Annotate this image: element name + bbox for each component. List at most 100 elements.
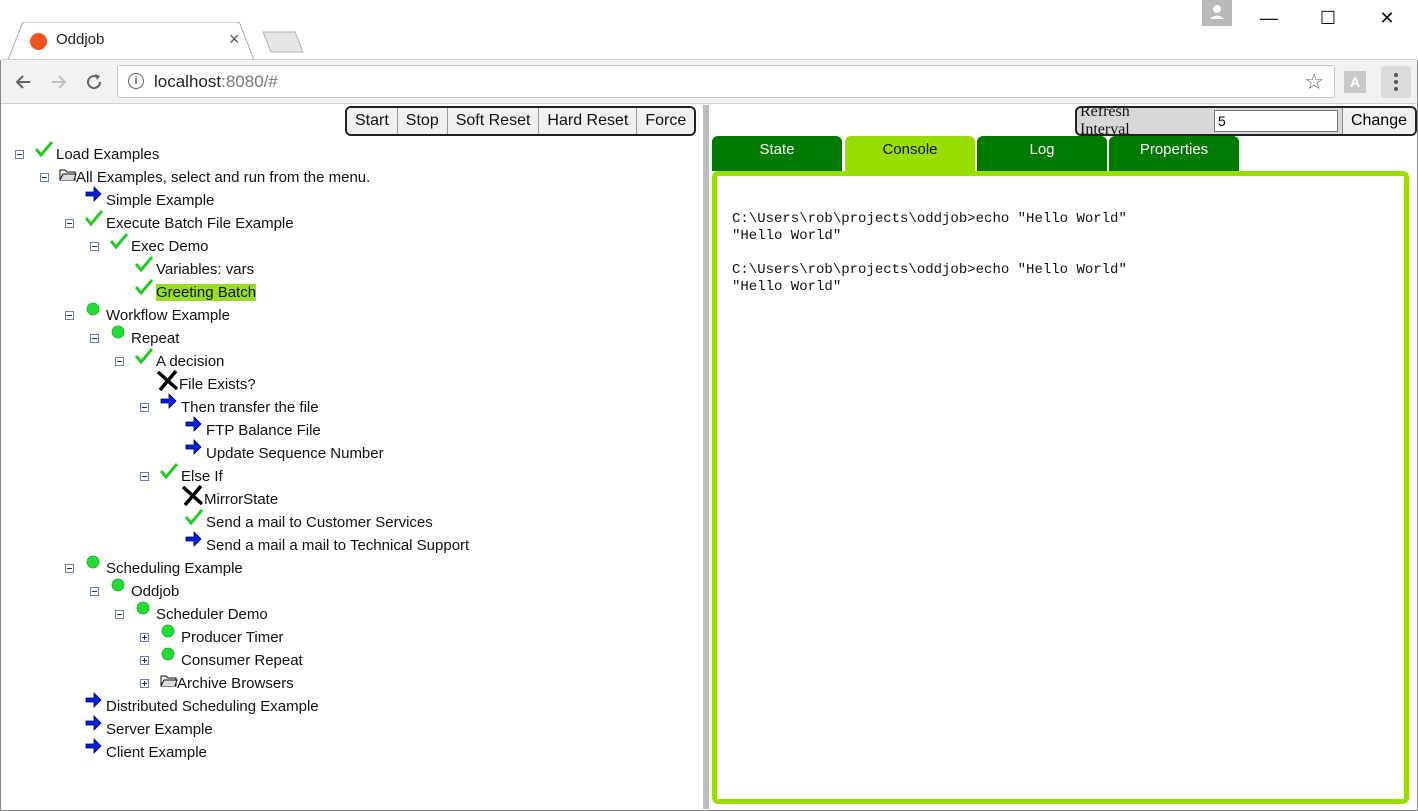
tree-node-label[interactable]: Oddjob [131,583,179,600]
minimize-button[interactable]: — [1246,0,1292,36]
refresh-interval-bar: Refresh Interval Change [1075,106,1417,136]
tree-node-label[interactable]: Update Sequence Number [206,445,384,462]
arrow-icon [185,416,203,439]
tree-node-label[interactable]: Repeat [131,330,179,347]
tree-node-label[interactable]: Then transfer the file [181,399,319,416]
expand-toggle-icon[interactable] [140,679,149,688]
close-window-button[interactable]: ✕ [1364,0,1410,36]
tree-node-label[interactable]: Archive Browsers [177,675,294,692]
green-dot-icon [110,577,128,600]
tree-node-label[interactable]: Distributed Scheduling Example [106,698,319,715]
arrow-icon [85,692,103,715]
expand-toggle-icon[interactable] [140,656,149,665]
force-button[interactable]: Force [637,108,695,134]
pdf-extension-icon[interactable]: A [1344,71,1366,93]
collapse-toggle-icon[interactable] [140,472,149,481]
maximize-button[interactable]: ☐ [1305,0,1351,36]
check-icon [184,508,204,531]
collapse-toggle-icon[interactable] [65,311,74,320]
tree-node-label[interactable]: FTP Balance File [206,422,321,439]
green-dot-icon [110,324,128,347]
tree-node-label[interactable]: Variables: vars [156,261,254,278]
new-tab-button[interactable] [262,31,304,53]
collapse-toggle-icon[interactable] [115,610,124,619]
collapse-toggle-icon[interactable] [65,219,74,228]
favicon-icon [30,33,47,50]
check-icon [84,209,104,232]
green-dot-icon [160,623,178,646]
browser-tab[interactable]: Oddjob × [8,22,255,60]
job-tree-panel: Start Stop Soft Reset Hard Reset Force Load … [1,105,702,809]
tree-node-label[interactable]: Execute Batch File Example [106,215,294,232]
job-control-toolbar: Start Stop Soft Reset Hard Reset Force [345,106,697,136]
check-icon [134,255,154,278]
collapse-toggle-icon[interactable] [15,150,24,159]
tree-node-label[interactable]: Client Example [106,744,207,761]
check-icon [109,232,129,255]
expand-toggle-icon[interactable] [140,633,149,642]
tree-node-label[interactable]: Server Example [106,721,213,738]
tree-node-label[interactable]: Load Examples [56,146,159,163]
arrow-icon [85,738,103,761]
browser-toolbar: i localhost:8080/# ☆ A [1,59,1417,104]
tree-node-label[interactable]: Producer Timer [181,629,284,646]
tree-node-label[interactable]: Send a mail to Customer Services [206,514,433,531]
title-bar: Oddjob × — ☐ ✕ [0,0,1418,60]
start-button[interactable]: Start [347,108,398,134]
hard-reset-button[interactable]: Hard Reset [539,108,638,134]
detail-panel: Refresh Interval Change StateConsoleLogP… [709,105,1417,809]
refresh-interval-input[interactable] [1213,110,1338,132]
tab-close-icon[interactable]: × [229,29,240,50]
tree-node-label[interactable]: Send a mail a mail to Technical Support [206,537,469,554]
url-text: localhost:8080/# [154,72,278,91]
tree-node-label[interactable]: Greeting Batch [156,284,257,301]
reload-icon[interactable] [80,68,108,96]
arrow-icon [185,439,203,462]
tree-node-label[interactable]: Consumer Repeat [181,652,303,669]
collapse-toggle-icon[interactable] [40,173,49,182]
browser-menu-icon[interactable] [1381,66,1411,98]
tree-node-label[interactable]: Workflow Example [106,307,230,324]
forward-arrow-icon[interactable] [45,68,73,96]
collapse-toggle-icon[interactable] [65,564,74,573]
tree-node-label[interactable]: File Exists? [179,376,256,393]
tab-console[interactable]: Console [845,136,975,171]
arrow-icon [185,531,203,554]
arrow-icon [160,393,178,416]
collapse-toggle-icon[interactable] [115,357,124,366]
tree-node-label[interactable]: Simple Example [106,192,214,209]
green-dot-icon [135,600,153,623]
tree-node-label[interactable]: MirrorState [204,491,278,508]
site-info-icon[interactable]: i [128,73,144,89]
back-arrow-icon[interactable] [9,68,37,96]
green-dot-icon [160,646,178,669]
arrow-icon [85,715,103,738]
stop-button[interactable]: Stop [397,108,448,134]
check-icon [134,278,154,301]
check-icon [34,140,54,163]
soft-reset-button[interactable]: Soft Reset [447,108,540,134]
refresh-interval-label: Refresh Interval [1080,106,1130,136]
bookmark-star-icon[interactable]: ☆ [1304,69,1324,95]
tree-node-label[interactable]: Scheduling Example [106,560,243,577]
tree-node-label[interactable]: Exec Demo [131,238,209,255]
tree-node-label[interactable]: All Examples, select and run from the me… [76,169,370,186]
console-output: C:\Users\rob\projects\oddjob>echo "Hello… [732,211,1127,295]
collapse-toggle-icon[interactable] [140,403,149,412]
tab-state[interactable]: State [712,136,842,171]
tree-node-label[interactable]: Scheduler Demo [156,606,268,623]
arrow-icon [85,186,103,209]
user-profile-icon[interactable] [1202,0,1232,26]
collapse-toggle-icon[interactable] [90,242,99,251]
check-icon [159,462,179,485]
collapse-toggle-icon[interactable] [90,587,99,596]
collapse-toggle-icon[interactable] [90,334,99,343]
tab-properties[interactable]: Properties [1109,136,1239,171]
check-icon [134,347,154,370]
address-bar[interactable]: i localhost:8080/# ☆ [117,65,1335,98]
folder-icon [160,674,178,693]
tab-log[interactable]: Log [977,136,1107,171]
change-button[interactable]: Change [1341,108,1415,134]
tree-node-label[interactable]: Else If [181,468,223,485]
tree-node-label[interactable]: A decision [156,353,224,370]
